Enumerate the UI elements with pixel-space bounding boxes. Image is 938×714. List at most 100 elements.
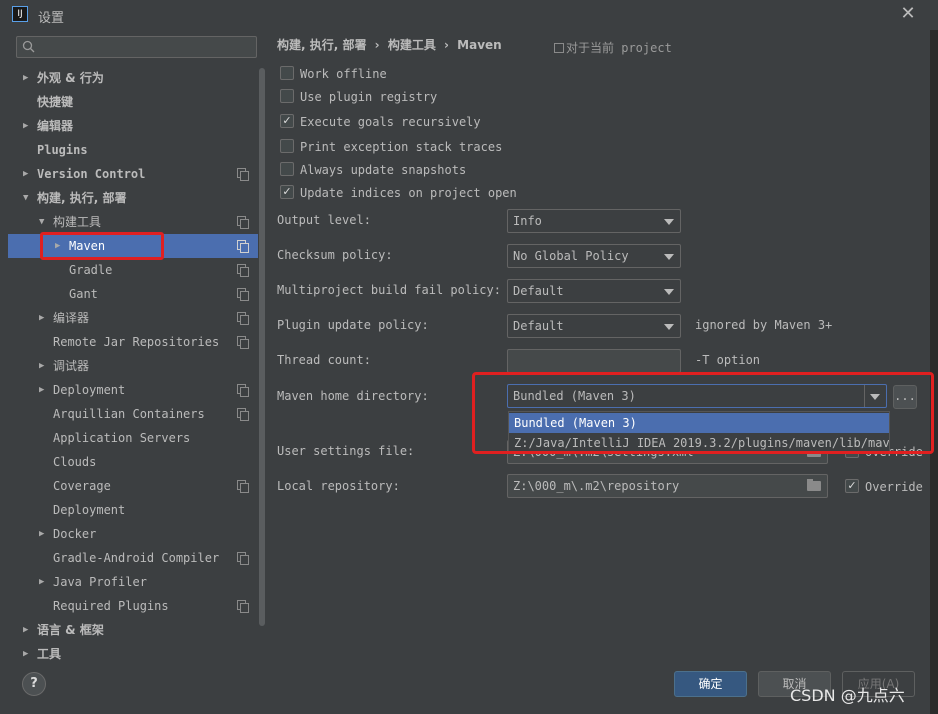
tree-item-label: Clouds (53, 455, 97, 469)
local-repository-input[interactable]: Z:\000_m\.m2\repository (507, 474, 828, 498)
dropdown-highlight-box (472, 372, 934, 454)
title-bar: IJ 设置 ✕ (0, 0, 938, 30)
multiproject-fail-policy-select[interactable]: Default (507, 279, 681, 303)
tree-item-label: 调试器 (53, 359, 90, 373)
ok-button[interactable]: 确定 (674, 671, 747, 697)
tree-item-label: Required Plugins (53, 599, 169, 613)
tree-item[interactable]: 快捷键 (8, 90, 258, 114)
tree-item-label: 编辑器 (37, 119, 74, 133)
update-indices-checkbox[interactable]: ✓ (280, 185, 294, 199)
tree-item[interactable]: Clouds (8, 450, 258, 474)
chevron-right-icon[interactable]: ▶ (23, 114, 35, 138)
tree-item-label: Gant (69, 287, 98, 301)
chevron-down-icon (664, 219, 674, 225)
tree-item[interactable]: ▶ Version Control (8, 162, 258, 186)
execute-goals-recursively-label: Execute goals recursively (300, 115, 481, 129)
watermark: CSDN @九点六 (790, 686, 905, 705)
tree-item-label: Gradle-Android Compiler (53, 551, 220, 565)
chevron-right-icon[interactable]: ▶ (39, 522, 51, 546)
chevron-right-icon[interactable]: ▶ (39, 354, 51, 378)
tree-item-label: Docker (53, 527, 97, 541)
user-settings-label: User settings file: (277, 444, 415, 458)
execute-goals-recursively-checkbox[interactable]: ✓ (280, 114, 294, 128)
tree-item[interactable]: ▼ 构建工具 (8, 210, 258, 234)
tree-item-label: Remote Jar Repositories (53, 335, 220, 349)
close-icon[interactable]: ✕ (898, 4, 918, 24)
chevron-right-icon[interactable]: ▶ (23, 642, 35, 666)
settings-search-input[interactable] (16, 36, 257, 58)
breadcrumb-build-tools[interactable]: 构建工具 (388, 38, 436, 52)
chevron-down-icon (664, 324, 674, 330)
always-update-snapshots-checkbox[interactable] (280, 162, 294, 176)
tree-item-label: 编译器 (53, 311, 90, 325)
chevron-right-icon[interactable]: ▶ (23, 162, 35, 186)
output-level-select[interactable]: Info (507, 209, 681, 233)
tree-item[interactable]: Remote Jar Repositories (8, 330, 258, 354)
copy-icon (237, 408, 249, 421)
use-plugin-registry-label: Use plugin registry (300, 90, 438, 104)
always-update-snapshots-label: Always update snapshots (300, 163, 467, 177)
local-repository-override-label: Override (865, 480, 923, 494)
tree-item[interactable]: Gradle-Android Compiler (8, 546, 258, 570)
checksum-policy-label: Checksum policy: (277, 248, 393, 262)
tree-item[interactable]: ▼ 构建, 执行, 部署 (8, 186, 258, 210)
work-offline-label: Work offline (300, 67, 387, 81)
chevron-down-icon (664, 254, 674, 260)
tree-item-label: 语言 & 框架 (37, 623, 104, 637)
checksum-policy-value: No Global Policy (513, 249, 629, 263)
print-exception-stack-traces-checkbox[interactable] (280, 139, 294, 153)
copy-icon (237, 312, 249, 325)
chevron-down-icon[interactable]: ▼ (39, 210, 51, 234)
tree-item[interactable]: ▶ 调试器 (8, 354, 258, 378)
tree-item[interactable]: ▶ 语言 & 框架 (8, 618, 258, 642)
tree-item[interactable]: ▶ 编辑器 (8, 114, 258, 138)
local-repository-value: Z:\000_m\.m2\repository (513, 479, 680, 493)
tree-item[interactable]: Deployment (8, 498, 258, 522)
help-icon[interactable]: ? (22, 672, 46, 696)
plugin-update-policy-select[interactable]: Default (507, 314, 681, 338)
tree-item[interactable]: ▶ Docker (8, 522, 258, 546)
thread-count-input[interactable] (507, 349, 681, 373)
tree-item[interactable]: Application Servers (8, 426, 258, 450)
tree-item-label: Gradle (69, 263, 113, 277)
tree-item-label: 构建, 执行, 部署 (37, 191, 127, 205)
output-level-label: Output level: (277, 213, 371, 227)
maven-highlight-box (40, 232, 164, 260)
multiproject-fail-policy-value: Default (513, 284, 564, 298)
folder-icon[interactable] (807, 479, 821, 491)
local-repository-override-checkbox[interactable]: ✓ (845, 479, 859, 493)
tree-item[interactable]: Gradle (8, 258, 258, 282)
tree-item[interactable]: ▶ 工具 (8, 642, 258, 666)
plugin-update-note: ignored by Maven 3+ (695, 318, 833, 332)
breadcrumb-separator: › (444, 38, 449, 52)
tree-item[interactable]: ▶ Java Profiler (8, 570, 258, 594)
thread-count-note: -T option (695, 353, 761, 367)
tree-item[interactable]: Arquillian Containers (8, 402, 258, 426)
copy-icon (237, 168, 249, 181)
chevron-down-icon[interactable]: ▼ (23, 186, 35, 210)
scope-note: 对于当前 project (554, 39, 672, 56)
copy-icon (237, 216, 249, 229)
print-exception-stack-traces-label: Print exception stack traces (300, 140, 503, 154)
use-plugin-registry-checkbox[interactable] (280, 89, 294, 103)
chevron-right-icon[interactable]: ▶ (39, 306, 51, 330)
tree-item-label: Plugins (37, 143, 88, 157)
tree-item[interactable]: ▶ 编译器 (8, 306, 258, 330)
chevron-right-icon[interactable]: ▶ (23, 618, 35, 642)
breadcrumb-separator: › (374, 38, 380, 52)
breadcrumb-build-exec-deploy[interactable]: 构建, 执行, 部署 (277, 38, 366, 52)
tree-item[interactable]: Plugins (8, 138, 258, 162)
intellij-app-icon: IJ (12, 6, 28, 22)
sidebar-scrollbar[interactable] (259, 68, 265, 626)
chevron-right-icon[interactable]: ▶ (39, 378, 51, 402)
tree-item[interactable]: ▶ Deployment (8, 378, 258, 402)
tree-item[interactable]: Gant (8, 282, 258, 306)
checksum-policy-select[interactable]: No Global Policy (507, 244, 681, 268)
copy-icon (237, 288, 249, 301)
work-offline-checkbox[interactable] (280, 66, 294, 80)
tree-item[interactable]: ▶ 外观 & 行为 (8, 66, 258, 90)
tree-item[interactable]: Coverage (8, 474, 258, 498)
chevron-right-icon[interactable]: ▶ (39, 570, 51, 594)
tree-item[interactable]: Required Plugins (8, 594, 258, 618)
chevron-right-icon[interactable]: ▶ (23, 66, 35, 90)
